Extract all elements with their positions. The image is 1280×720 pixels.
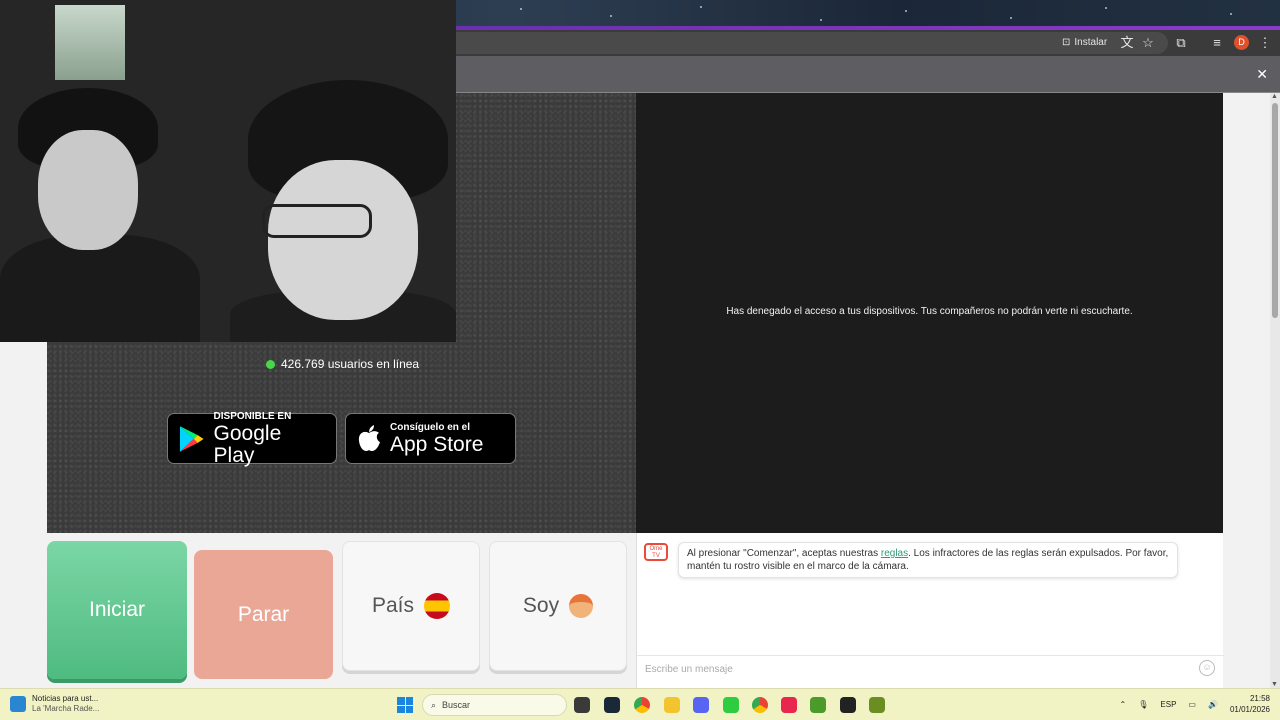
search-icon: ⌕: [431, 699, 437, 710]
online-count: 426.769 usuarios en línea: [281, 357, 420, 371]
browser-toolbar: ⊡ Instalar 文 ☆ ⧉ ≡ D ⋮: [456, 30, 1280, 56]
boy-face-icon: [569, 594, 594, 618]
game-launcher-icon[interactable]: [723, 697, 739, 713]
network-icon[interactable]: ▭: [1188, 700, 1196, 709]
google-play-small-text: DISPONIBLE EN: [213, 410, 292, 422]
clock[interactable]: 21:58 01/01/2026: [1230, 693, 1270, 715]
stop-label: Parar: [237, 602, 290, 626]
google-play-icon: [179, 425, 204, 452]
taskbar-search-label: Buscar: [442, 700, 471, 710]
bookmark-star-icon[interactable]: ☆: [1139, 34, 1157, 52]
spain-flag-icon: [424, 593, 451, 619]
install-app-button[interactable]: ⊡ Instalar: [1056, 33, 1113, 53]
browser-infobar: ✕: [456, 56, 1280, 93]
windows-taskbar: Noticias para ust... La 'Marcha Rade... …: [0, 688, 1280, 720]
ometv-logo-icon: Ome TV: [644, 543, 668, 561]
chevron-up-icon[interactable]: ⌃: [1120, 700, 1127, 709]
google-play-big-text: Google Play: [213, 421, 282, 467]
install-label: Instalar: [1074, 37, 1108, 48]
task-view-icon[interactable]: [574, 697, 590, 713]
online-dot-icon: [266, 359, 275, 369]
start-label: Iniciar: [88, 598, 146, 621]
puzzle-icon[interactable]: ⧉: [1172, 34, 1190, 52]
gender-selector-button[interactable]: Soy: [489, 541, 627, 671]
volume-icon[interactable]: 🔊: [1208, 700, 1218, 709]
windows-start-icon[interactable]: [397, 697, 413, 713]
clock-date: 01/01/2026: [1229, 705, 1270, 714]
system-message-text-start: Al presionar "Comenzar", aceptas nuestra…: [687, 548, 881, 559]
partner-video-panel: Has denegado el acceso a tus dispositivo…: [636, 93, 1223, 533]
install-icon: ⊡: [1062, 37, 1071, 48]
emoji-icon[interactable]: ☺: [1199, 660, 1215, 676]
page-scrollbar[interactable]: ▲ ▼: [1270, 93, 1280, 688]
system-tray: ⌃ 🎙 ESP ▭ 🔊 21:58 01/01/2026: [1120, 693, 1270, 715]
tiktok-icon[interactable]: [781, 697, 797, 713]
scroll-up-icon[interactable]: ▲: [1271, 93, 1278, 100]
media-control-icon[interactable]: ≡: [1208, 34, 1226, 52]
stop-button[interactable]: Parar: [194, 550, 333, 679]
apple-icon: [358, 424, 380, 451]
scroll-thumb[interactable]: [1272, 103, 1278, 318]
news-widget[interactable]: Noticias para ust... La 'Marcha Rade...: [10, 694, 99, 714]
news-title: Noticias para ust...: [32, 694, 99, 703]
steam-icon[interactable]: [604, 697, 620, 713]
news-subtitle: La 'Marcha Rade...: [32, 704, 100, 713]
app-store-big-text: App Store: [390, 432, 484, 456]
webcam-overlay: [0, 0, 456, 342]
news-icon: [10, 696, 26, 712]
chrome-profile-icon[interactable]: [752, 697, 768, 713]
translate-icon[interactable]: 文: [1118, 34, 1136, 52]
file-explorer-icon[interactable]: [664, 697, 680, 713]
language-indicator[interactable]: ESP: [1160, 700, 1176, 709]
start-button[interactable]: Iniciar: [47, 541, 187, 679]
clock-time: 21:58: [1249, 694, 1270, 703]
taskbar-search[interactable]: ⌕ Buscar: [422, 694, 567, 716]
microphone-icon[interactable]: 🎙: [1138, 700, 1148, 709]
online-users-indicator: 426.769 usuarios en línea: [266, 357, 419, 371]
game-app-icon[interactable]: [869, 697, 885, 713]
gender-label: Soy: [522, 594, 560, 617]
country-label: País: [371, 594, 415, 617]
media-app-icon[interactable]: [840, 697, 856, 713]
app-store-small-text: Consíguelo en el: [390, 421, 471, 433]
minecraft-icon[interactable]: [810, 697, 826, 713]
chat-panel: Ome TV Al presionar "Comenzar", aceptas …: [636, 533, 1224, 688]
rules-link[interactable]: reglas: [881, 548, 908, 559]
country-selector-button[interactable]: País: [342, 541, 480, 671]
discord-icon[interactable]: [693, 697, 709, 713]
close-icon[interactable]: ✕: [1256, 66, 1268, 83]
device-denied-message: Has denegado el acceso a tus dispositivo…: [726, 306, 1133, 317]
google-play-badge[interactable]: DISPONIBLE EN Google Play: [167, 410, 337, 467]
app-store-badge[interactable]: Consíguelo en el App Store: [345, 413, 516, 464]
kebab-menu-icon[interactable]: ⋮: [1256, 34, 1274, 52]
profile-avatar[interactable]: D: [1234, 35, 1249, 50]
chrome-icon[interactable]: [634, 697, 650, 713]
system-message: Al presionar "Comenzar", aceptas nuestra…: [678, 542, 1178, 578]
chat-message-input[interactable]: Escribe un mensaje: [637, 655, 1224, 683]
scroll-down-icon[interactable]: ▼: [1271, 681, 1278, 688]
